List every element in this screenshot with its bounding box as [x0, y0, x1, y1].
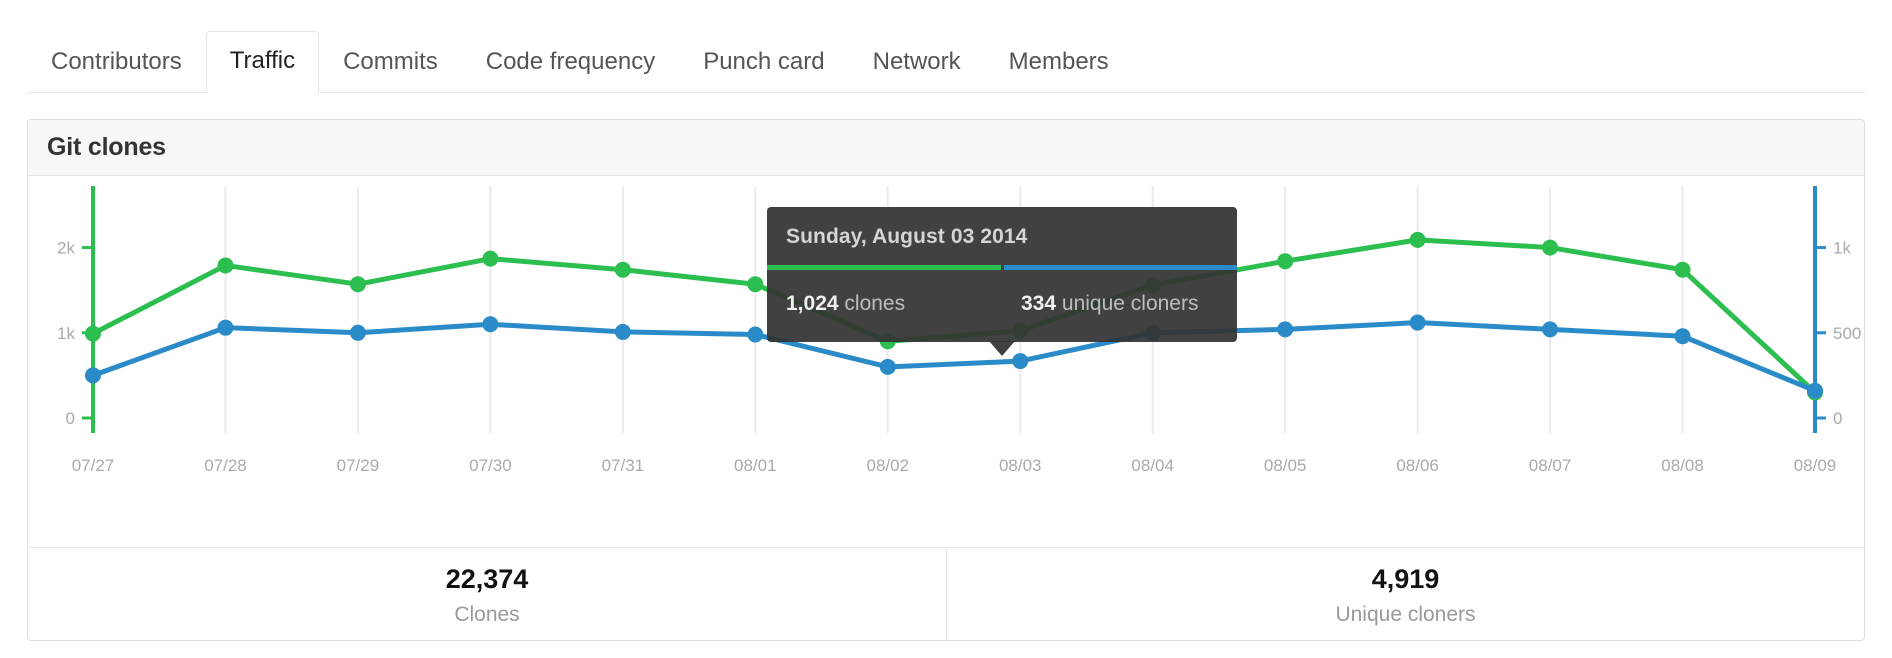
x-axis-tick-label: 08/06 [1396, 456, 1439, 475]
data-point-unique-cloners[interactable] [349, 324, 366, 341]
data-point-unique-cloners[interactable] [217, 319, 234, 336]
card-header: Git clones [28, 120, 1864, 176]
data-point-clones[interactable] [1409, 231, 1426, 248]
total-clones: 22,374 Clones [28, 548, 946, 640]
tab-members[interactable]: Members [985, 32, 1133, 93]
total-unique-cloners: 4,919 Unique cloners [946, 548, 1864, 640]
data-point-unique-cloners[interactable] [85, 367, 101, 384]
left-axis-tick-label: 0 [66, 409, 75, 428]
tab-punch-card[interactable]: Punch card [679, 32, 848, 93]
data-point-clones[interactable] [1277, 253, 1294, 270]
total-label: Unique cloners [1335, 602, 1476, 626]
repository-graphs-tabnav: Contributors Traffic Commits Code frequency… [0, 0, 1892, 93]
data-point-unique-cloners[interactable] [747, 326, 764, 343]
totals-summary: 22,374 Clones 4,919 Unique cloners [28, 547, 1864, 640]
data-point-clones[interactable] [349, 276, 366, 293]
right-axis-tick-label: 500 [1833, 324, 1861, 343]
x-axis-tick-label: 08/07 [1529, 456, 1572, 475]
graph-area: 0 1k 2k 0 500 1k 07/27 07/28 07/29 07/30 07/31 08/0… [28, 176, 1864, 547]
x-axis-tick-label: 08/05 [1264, 456, 1307, 475]
x-axis-tick-label: 08/08 [1661, 456, 1704, 475]
tab-contributors[interactable]: Contributors [27, 32, 206, 93]
data-point-clones[interactable] [85, 325, 101, 342]
page-title: Git clones [47, 133, 166, 161]
x-axis-tick-label: 08/04 [1131, 456, 1174, 475]
data-point-unique-cloners[interactable] [879, 358, 896, 375]
data-point-clones[interactable] [482, 250, 499, 267]
data-point-unique-cloners[interactable] [1144, 324, 1161, 341]
data-point-unique-cloners[interactable] [1807, 382, 1823, 399]
data-point-clones[interactable] [879, 333, 896, 350]
data-point-clones[interactable] [217, 257, 234, 274]
data-point-clones[interactable] [1674, 261, 1691, 278]
right-axis-tick-label: 1k [1833, 239, 1851, 258]
data-point-unique-cloners[interactable] [1277, 321, 1294, 338]
data-point-clones[interactable] [614, 261, 631, 278]
x-axis-tick-label: 08/01 [734, 456, 777, 475]
data-point-unique-cloners[interactable] [1542, 321, 1559, 338]
git-clones-card: Git clones 0 1k 2k 0 500 1k 07/27 07/28 07/29 07/… [27, 119, 1865, 641]
x-axis-tick-label: 07/31 [602, 456, 645, 475]
x-axis-tick-label: 07/29 [337, 456, 380, 475]
data-point-clones[interactable] [1542, 239, 1559, 256]
series-line-clones [90, 237, 1818, 395]
data-point-unique-cloners[interactable] [1674, 328, 1691, 345]
right-axis-tick-label: 0 [1833, 409, 1842, 428]
x-axis-tick-label: 07/30 [469, 456, 512, 475]
data-point-unique-cloners[interactable] [614, 323, 631, 340]
x-axis-tick-label: 07/28 [204, 456, 247, 475]
tab-list: Contributors Traffic Commits Code frequency… [27, 31, 1133, 93]
clones-line-chart[interactable]: 0 1k 2k 0 500 1k 07/27 07/28 07/29 07/30 07/31 08/0… [28, 176, 1864, 547]
tab-code-frequency[interactable]: Code frequency [462, 32, 679, 93]
x-axis-tick-label: 08/09 [1794, 456, 1837, 475]
total-number: 22,374 [445, 564, 529, 594]
data-point-unique-cloners[interactable] [1012, 353, 1029, 370]
x-axis-tick-label: 08/03 [999, 456, 1042, 475]
x-axis-tick-label: 07/27 [72, 456, 115, 475]
tab-traffic[interactable]: Traffic [205, 31, 320, 93]
traffic-graph-page: Contributors Traffic Commits Code frequency… [0, 0, 1892, 658]
total-number: 4,919 [1371, 564, 1440, 594]
total-label: Clones [454, 602, 520, 626]
data-point-clones[interactable] [1012, 322, 1029, 339]
left-axis-tick-label: 1k [57, 324, 75, 343]
data-point-clones[interactable] [747, 276, 764, 293]
data-point-unique-cloners[interactable] [1409, 314, 1426, 331]
tab-network[interactable]: Network [849, 32, 985, 93]
tab-commits[interactable]: Commits [319, 32, 462, 93]
data-point-unique-cloners[interactable] [482, 316, 499, 333]
x-axis-tick-label: 08/02 [866, 456, 909, 475]
data-point-clones[interactable] [1144, 277, 1161, 294]
left-axis-tick-label: 2k [57, 239, 75, 258]
